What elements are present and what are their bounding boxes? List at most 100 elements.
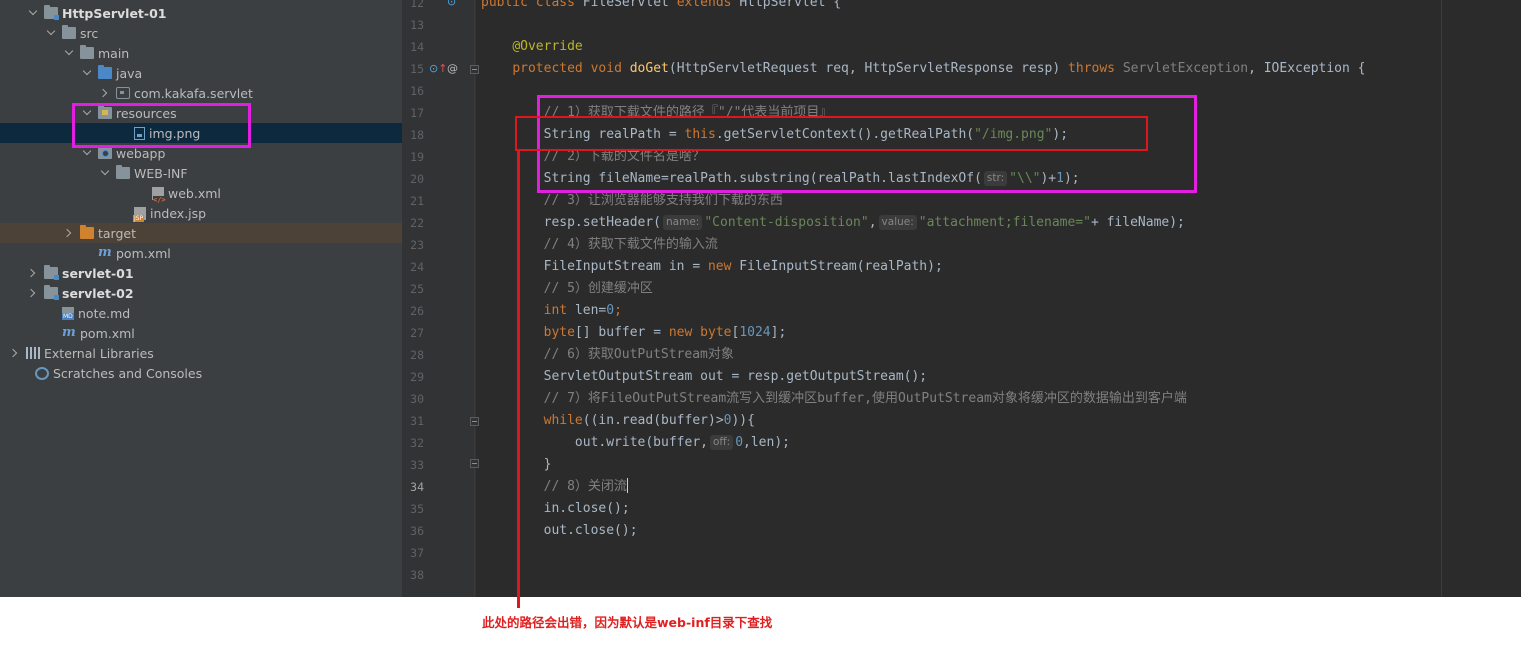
code-line[interactable]: // 4）获取下载文件的输入流: [481, 234, 718, 256]
tree-item[interactable]: Scratches and Consoles: [0, 363, 402, 383]
code-line[interactable]: // 1）获取下载文件的路径『"/"代表当前项目』: [481, 102, 833, 124]
code-token: byte: [543, 325, 575, 340]
code-token: String realPath =: [481, 127, 685, 142]
code-line[interactable]: resp.setHeader(name: "Content-disposition…: [481, 212, 1185, 234]
code-token: // 6）获取OutPutStream对象: [543, 347, 734, 362]
run-class-icon[interactable]: ⊙: [447, 0, 456, 8]
code-line[interactable]: // 5）创建缓冲区: [481, 278, 653, 300]
code-line[interactable]: ServletOutputStream out = resp.getOutput…: [481, 366, 928, 388]
ide-window: HttpServlet-01 src main java com.kakafa.serv…: [0, 0, 1521, 597]
tree-item[interactable]: resources: [0, 103, 402, 123]
tree-item[interactable]: servlet-02: [0, 283, 402, 303]
code-line[interactable]: String realPath = this.getServletContext…: [481, 124, 1068, 146]
code-line[interactable]: in.close();: [481, 498, 630, 520]
code-line[interactable]: int len=0;: [481, 300, 622, 322]
tree-item[interactable]: index.jsp: [0, 203, 402, 223]
right-margin-guide: [1441, 0, 1442, 597]
tree-item[interactable]: External Libraries: [0, 343, 402, 363]
tree-item[interactable]: com.kakafa.servlet: [0, 83, 402, 103]
code-line[interactable]: @Override: [481, 36, 582, 58]
code-line[interactable]: out.write(buffer, off: 0,len);: [481, 432, 790, 454]
chevron-down-icon[interactable]: [46, 28, 56, 38]
code-token: out.close();: [481, 523, 638, 538]
code-line[interactable]: protected void doGet(HttpServletRequest …: [481, 58, 1365, 80]
tree-item[interactable]: webapp: [0, 143, 402, 163]
image-file-icon: [134, 126, 145, 140]
code-line[interactable]: // 7）将FileOutPutStream流写入到缓冲区buffer,使用Ou…: [481, 388, 1187, 410]
chevron-down-icon[interactable]: [82, 68, 92, 78]
code-token: while: [543, 413, 583, 428]
line-number: 36: [410, 524, 424, 538]
tree-item-label: webapp: [116, 145, 166, 161]
fold-marker-icon[interactable]: [470, 459, 479, 468]
tree-item[interactable]: target: [0, 223, 402, 243]
chevron-down-icon[interactable]: [82, 108, 92, 118]
tree-item-label: Scratches and Consoles: [53, 365, 203, 381]
chevron-right-icon[interactable]: [28, 268, 38, 278]
project-tree-panel: HttpServlet-01 src main java com.kakafa.serv…: [0, 0, 402, 597]
tree-item-label: web.xml: [168, 185, 221, 201]
tree-item[interactable]: src: [0, 23, 402, 43]
code-token: new: [707, 259, 740, 274]
chevron-right-icon[interactable]: [10, 348, 20, 358]
tree-item[interactable]: servlet-01: [0, 263, 402, 283]
code-token: resp.setHeader(: [481, 215, 662, 230]
xml-file-icon: [152, 186, 166, 204]
code-token: ServletException: [1122, 61, 1249, 76]
code-token: // 5）创建缓冲区: [543, 281, 653, 296]
code-line[interactable]: // 6）获取OutPutStream对象: [481, 344, 734, 366]
annotation-note: 此处的路径会出错，因为默认是web-inf目录下查找: [482, 615, 773, 630]
chevron-right-icon[interactable]: [100, 88, 110, 98]
tree-item[interactable]: web.xml: [0, 183, 402, 204]
code-token: }: [481, 457, 552, 472]
tree-item-label: img.png: [149, 125, 201, 141]
web-folder-icon: [98, 145, 112, 159]
code-line[interactable]: }: [481, 454, 552, 476]
code-line[interactable]: while((in.read(buffer)>0)){: [481, 410, 755, 432]
fold-marker-icon[interactable]: [470, 65, 479, 74]
code-line[interactable]: String fileName=realPath.substring(realP…: [481, 168, 1080, 190]
chevron-right-icon[interactable]: [64, 228, 74, 238]
code-line[interactable]: public class FileServlet extends HttpSer…: [481, 0, 841, 14]
resources-folder-icon: [98, 105, 112, 119]
code-line[interactable]: FileInputStream in = new FileInputStream…: [481, 256, 943, 278]
code-token: // 4）获取下载文件的输入流: [543, 237, 718, 252]
fold-marker-icon[interactable]: [470, 417, 479, 426]
code-line[interactable]: // 2）下载的文件名是啥？: [481, 146, 705, 168]
chevron-down-icon[interactable]: [100, 168, 110, 178]
line-number: 24: [410, 260, 424, 274]
code-line[interactable]: // 8）关闭流: [481, 476, 628, 498]
tree-item[interactable]: HttpServlet-01: [0, 3, 402, 23]
chevron-down-icon[interactable]: [82, 148, 92, 158]
tree-item[interactable]: main: [0, 43, 402, 63]
tree-item[interactable]: java: [0, 63, 402, 83]
tree-item-label: main: [98, 45, 130, 61]
code-line[interactable]: // 3）让浏览器能够支持我们下载的东西: [481, 190, 783, 212]
annotation-icon[interactable]: @: [447, 63, 458, 75]
chevron-down-icon[interactable]: [28, 8, 38, 18]
code-token: 1: [1056, 171, 1064, 186]
code-line[interactable]: out.close();: [481, 520, 638, 542]
override-method-icon[interactable]: ⊙↑: [429, 63, 447, 75]
module-folder-icon: [44, 285, 59, 300]
chevron-right-icon[interactable]: [28, 288, 38, 298]
code-token: len=: [574, 303, 607, 318]
tree-item[interactable]: m pom.xml: [0, 323, 402, 343]
tree-item-label: servlet-02: [62, 285, 134, 301]
tree-item-label: resources: [116, 105, 177, 121]
code-token: // 2）下载的文件名是啥？: [543, 149, 705, 164]
code-line[interactable]: byte[] buffer = new byte[1024];: [481, 322, 787, 344]
tree-item[interactable]: note.md: [0, 303, 402, 323]
tree-item-label: src: [80, 25, 99, 41]
code-token: )): [731, 413, 748, 428]
tree-item[interactable]: img.png: [0, 123, 402, 143]
code-token: void: [590, 61, 630, 76]
chevron-down-icon[interactable]: [64, 48, 74, 58]
tree-item[interactable]: WEB-INF: [0, 163, 402, 183]
tree-item[interactable]: m pom.xml: [0, 243, 402, 263]
tree-item-label: com.kakafa.servlet: [134, 85, 253, 101]
